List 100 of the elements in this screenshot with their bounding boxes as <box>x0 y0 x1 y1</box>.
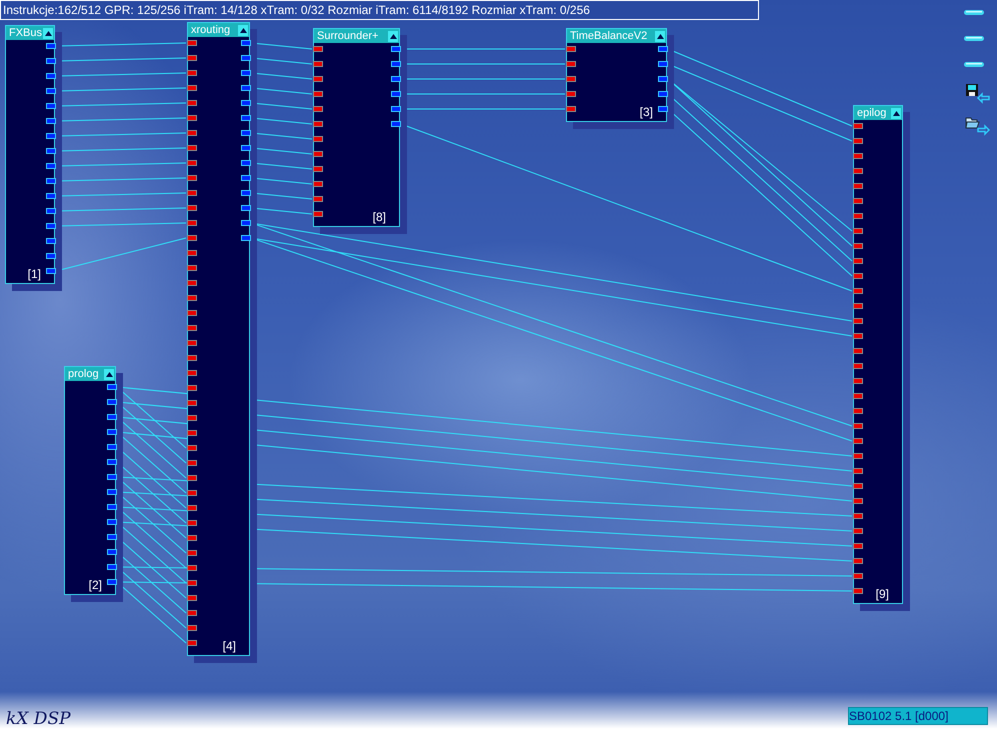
input-pin[interactable] <box>853 543 863 549</box>
output-pin[interactable] <box>241 100 251 106</box>
input-pin[interactable] <box>187 415 197 421</box>
output-pin[interactable] <box>241 130 251 136</box>
output-pin[interactable] <box>658 76 668 82</box>
input-pin[interactable] <box>853 243 863 249</box>
output-pin[interactable] <box>46 253 56 259</box>
input-pin[interactable] <box>187 235 197 241</box>
input-pin[interactable] <box>187 250 197 256</box>
input-pin[interactable] <box>187 205 197 211</box>
output-pin[interactable] <box>46 133 56 139</box>
input-pin[interactable] <box>853 183 863 189</box>
input-pin[interactable] <box>187 610 197 616</box>
input-pin[interactable] <box>313 181 323 187</box>
input-pin[interactable] <box>187 220 197 226</box>
input-pin[interactable] <box>853 558 863 564</box>
input-pin[interactable] <box>853 258 863 264</box>
input-pin[interactable] <box>853 213 863 219</box>
input-pin[interactable] <box>853 288 863 294</box>
input-pin[interactable] <box>853 228 863 234</box>
input-pin[interactable] <box>853 318 863 324</box>
input-pin[interactable] <box>566 46 576 52</box>
output-pin[interactable] <box>241 205 251 211</box>
input-pin[interactable] <box>853 588 863 594</box>
output-pin[interactable] <box>46 118 56 124</box>
input-pin[interactable] <box>313 76 323 82</box>
input-pin[interactable] <box>853 348 863 354</box>
input-pin[interactable] <box>566 76 576 82</box>
input-pin[interactable] <box>187 40 197 46</box>
input-pin[interactable] <box>313 91 323 97</box>
input-pin[interactable] <box>187 505 197 511</box>
input-pin[interactable] <box>853 453 863 459</box>
input-pin[interactable] <box>187 475 197 481</box>
input-pin[interactable] <box>566 106 576 112</box>
output-pin[interactable] <box>241 40 251 46</box>
input-pin[interactable] <box>187 130 197 136</box>
output-pin[interactable] <box>107 579 117 585</box>
input-pin[interactable] <box>853 303 863 309</box>
input-pin[interactable] <box>187 280 197 286</box>
output-pin[interactable] <box>107 429 117 435</box>
output-pin[interactable] <box>107 414 117 420</box>
input-pin[interactable] <box>187 385 197 391</box>
input-pin[interactable] <box>187 145 197 151</box>
input-pin[interactable] <box>187 400 197 406</box>
output-pin[interactable] <box>46 223 56 229</box>
input-pin[interactable] <box>187 265 197 271</box>
output-pin[interactable] <box>107 534 117 540</box>
input-pin[interactable] <box>187 175 197 181</box>
output-pin[interactable] <box>107 519 117 525</box>
output-pin[interactable] <box>107 489 117 495</box>
output-pin[interactable] <box>241 235 251 241</box>
output-pin[interactable] <box>241 175 251 181</box>
output-pin[interactable] <box>46 148 56 154</box>
input-pin[interactable] <box>187 550 197 556</box>
output-pin[interactable] <box>658 61 668 67</box>
input-pin[interactable] <box>566 91 576 97</box>
collapse-button[interactable] <box>238 24 248 36</box>
input-pin[interactable] <box>313 121 323 127</box>
input-pin[interactable] <box>187 85 197 91</box>
input-pin[interactable] <box>853 123 863 129</box>
input-pin[interactable] <box>187 310 197 316</box>
collapse-button[interactable] <box>43 28 53 38</box>
output-pin[interactable] <box>46 73 56 79</box>
collapse-button[interactable] <box>388 30 398 42</box>
input-pin[interactable] <box>187 325 197 331</box>
input-pin[interactable] <box>187 370 197 376</box>
input-pin[interactable] <box>187 490 197 496</box>
input-pin[interactable] <box>853 528 863 534</box>
output-pin[interactable] <box>241 70 251 76</box>
output-pin[interactable] <box>658 106 668 112</box>
input-pin[interactable] <box>187 55 197 61</box>
input-pin[interactable] <box>853 168 863 174</box>
input-pin[interactable] <box>853 423 863 429</box>
input-pin[interactable] <box>313 46 323 52</box>
output-pin[interactable] <box>46 43 56 49</box>
input-pin[interactable] <box>853 498 863 504</box>
input-pin[interactable] <box>187 100 197 106</box>
input-pin[interactable] <box>853 468 863 474</box>
output-pin[interactable] <box>658 91 668 97</box>
output-pin[interactable] <box>107 459 117 465</box>
input-pin[interactable] <box>313 196 323 202</box>
input-pin[interactable] <box>187 565 197 571</box>
input-pin[interactable] <box>187 190 197 196</box>
output-pin[interactable] <box>107 504 117 510</box>
input-pin[interactable] <box>187 520 197 526</box>
input-pin[interactable] <box>853 513 863 519</box>
output-pin[interactable] <box>46 268 56 274</box>
input-pin[interactable] <box>853 273 863 279</box>
output-pin[interactable] <box>241 85 251 91</box>
input-pin[interactable] <box>853 198 863 204</box>
output-pin[interactable] <box>107 564 117 570</box>
input-pin[interactable] <box>187 430 197 436</box>
input-pin[interactable] <box>187 460 197 466</box>
input-pin[interactable] <box>313 136 323 142</box>
output-pin[interactable] <box>46 163 56 169</box>
output-pin[interactable] <box>46 208 56 214</box>
input-pin[interactable] <box>853 363 863 369</box>
output-pin[interactable] <box>107 444 117 450</box>
output-pin[interactable] <box>241 115 251 121</box>
collapse-button[interactable] <box>104 368 114 380</box>
